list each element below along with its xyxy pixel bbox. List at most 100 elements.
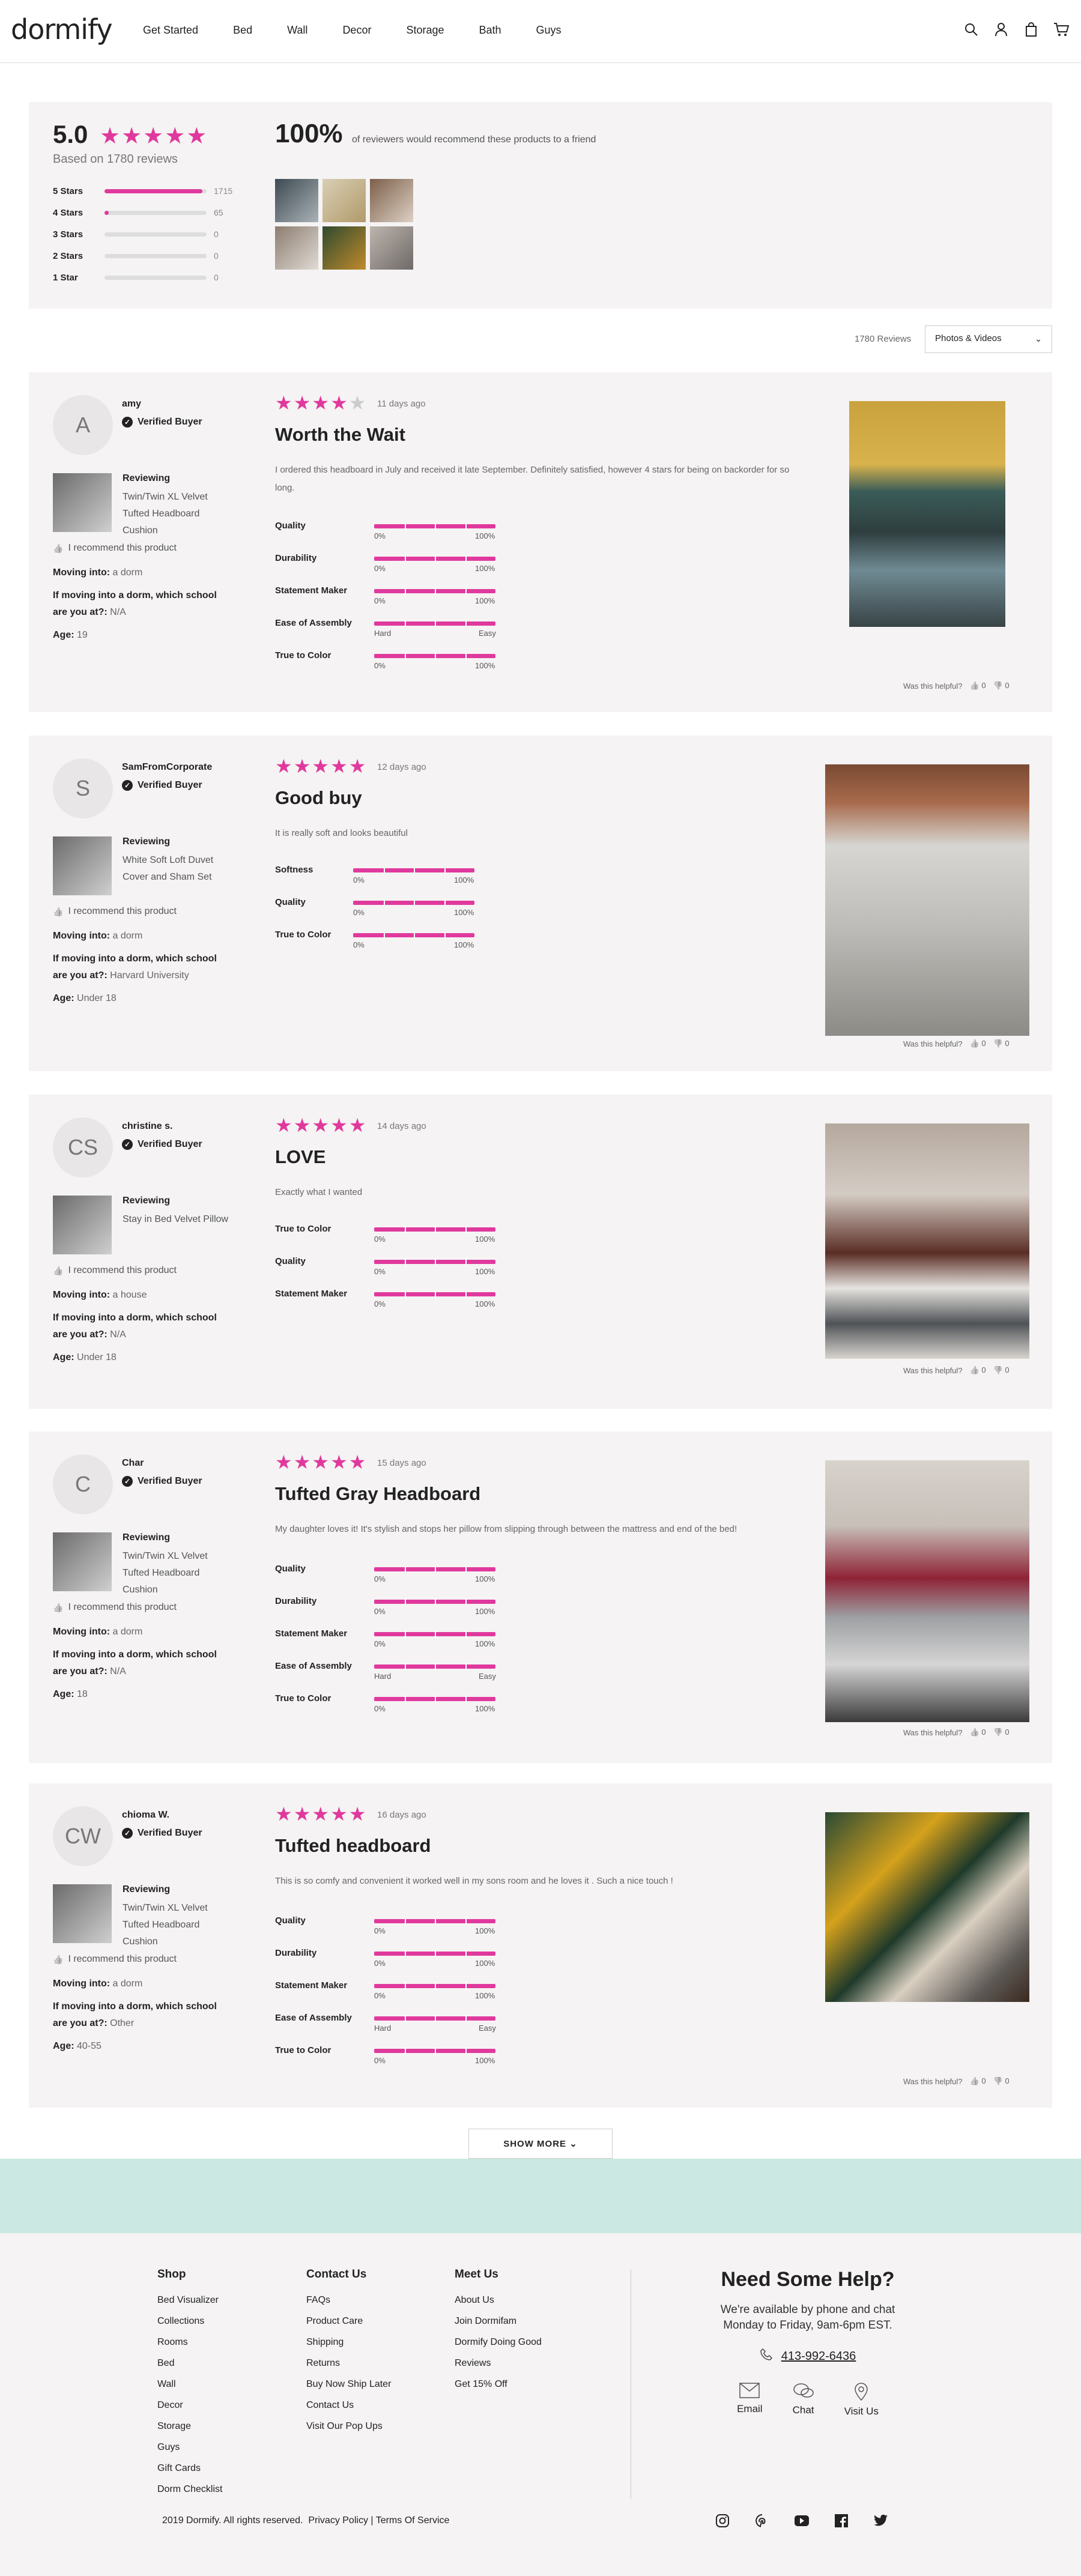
nav-bath[interactable]: Bath [479, 24, 501, 37]
metric-label: Quality [275, 1564, 306, 1574]
reviewed-product-name[interactable]: Twin/Twin XL Velvet Tufted Headboard Cus… [123, 1900, 237, 1950]
nav-bed[interactable]: Bed [233, 24, 252, 37]
distribution-row[interactable]: 2 Stars 0 [53, 245, 232, 267]
review-photo[interactable] [825, 764, 1029, 1036]
footer-link[interactable]: Reviews [455, 2353, 542, 2374]
thumbs-down-button[interactable]: 👎 0 [993, 1039, 1010, 1048]
social-links [715, 2513, 889, 2529]
footer-link[interactable]: Contact Us [306, 2395, 391, 2416]
reviewed-product-image[interactable] [53, 1532, 112, 1591]
distribution-row[interactable]: 5 Stars 1715 [53, 180, 232, 202]
review-photo[interactable] [849, 401, 1005, 627]
nav-get-started[interactable]: Get Started [143, 24, 198, 37]
customer-photo-thumb[interactable] [322, 179, 366, 222]
review-photo[interactable] [825, 1123, 1029, 1359]
visit-action[interactable]: Visit Us [844, 2383, 879, 2417]
nav-wall[interactable]: Wall [287, 24, 307, 37]
twitter-icon[interactable] [873, 2513, 889, 2529]
thumbs-up-button[interactable]: 👍 0 [970, 2076, 986, 2086]
youtube-icon[interactable] [794, 2513, 810, 2529]
footer-link[interactable]: Get 15% Off [455, 2374, 542, 2395]
thumbs-up-button[interactable]: 👍 0 [970, 1365, 986, 1375]
search-icon[interactable] [963, 22, 979, 37]
footer-link[interactable]: Collections [157, 2311, 222, 2332]
customer-photo-thumb[interactable] [275, 179, 318, 222]
reviewed-product-image[interactable] [53, 1884, 112, 1943]
reviewed-product-name[interactable]: White Soft Loft Duvet Cover and Sham Set [123, 852, 237, 886]
thumbs-down-button[interactable]: 👎 0 [993, 1728, 1010, 1737]
review-photo[interactable] [825, 1812, 1029, 2002]
reviewed-product-image[interactable] [53, 836, 112, 895]
footer-link[interactable]: Gift Cards [157, 2458, 222, 2479]
footer-link[interactable]: Bed [157, 2353, 222, 2374]
review-title: Worth the Wait [275, 424, 405, 445]
reviewed-product-image[interactable] [53, 473, 112, 532]
show-more-button[interactable]: SHOW MORE ⌄ [468, 2129, 613, 2159]
terms-link[interactable]: | Terms Of Service [371, 2515, 449, 2526]
footer-link[interactable]: Visit Our Pop Ups [306, 2416, 391, 2437]
distribution-row[interactable]: 4 Stars 65 [53, 202, 232, 223]
nav-storage[interactable]: Storage [406, 24, 444, 37]
cart-icon[interactable] [1053, 22, 1069, 37]
footer-link[interactable]: Buy Now Ship Later [306, 2374, 391, 2395]
footer-link[interactable]: Shipping [306, 2332, 391, 2353]
scale-min: 0% [374, 1267, 386, 1276]
thumbs-down-button[interactable]: 👎 0 [993, 2076, 1010, 2086]
footer-link[interactable]: Dorm Checklist [157, 2479, 222, 2500]
reviewed-product-name[interactable]: Twin/Twin XL Velvet Tufted Headboard Cus… [123, 489, 237, 539]
rating-metric: Durability 0% 100% [275, 1948, 515, 1972]
footer-link[interactable]: FAQs [306, 2290, 391, 2311]
footer-link[interactable]: Wall [157, 2374, 222, 2395]
thumbs-up-button[interactable]: 👍 0 [970, 1728, 986, 1737]
moving-into: Moving into: a dorm [53, 928, 233, 945]
footer-link[interactable]: Dormify Doing Good [455, 2332, 542, 2353]
instagram-icon[interactable] [715, 2513, 730, 2529]
help-title: Need Some Help? [721, 2268, 895, 2291]
shopping-bag-icon[interactable] [1023, 22, 1039, 37]
metric-bar [374, 1598, 495, 1606]
footer-link[interactable]: About Us [455, 2290, 542, 2311]
footer-link[interactable]: Storage [157, 2416, 222, 2437]
distribution-row[interactable]: 3 Stars 0 [53, 223, 232, 245]
email-action[interactable]: Email [737, 2383, 763, 2417]
school-field: If moving into a dorm, which school are … [53, 1646, 233, 1680]
customer-photo-thumb[interactable] [275, 226, 318, 270]
privacy-link[interactable]: Privacy Policy [308, 2515, 368, 2526]
distribution-row[interactable]: 1 Star 0 [53, 267, 232, 288]
thumbs-up-button[interactable]: 👍 0 [970, 681, 986, 691]
footer-link[interactable]: Join Dormifam [455, 2311, 542, 2332]
footer-link[interactable]: Decor [157, 2395, 222, 2416]
nav-guys[interactable]: Guys [536, 24, 562, 37]
reviewed-product-name[interactable]: Stay in Bed Velvet Pillow [123, 1211, 237, 1228]
footer-link[interactable]: Product Care [306, 2311, 391, 2332]
reviewed-product-image[interactable] [53, 1196, 112, 1254]
pinterest-icon[interactable] [754, 2513, 770, 2529]
rating-metric: Ease of Assembly Hard Easy [275, 618, 515, 642]
thumbs-down-button[interactable]: 👎 0 [993, 1365, 1010, 1375]
age-label: Age: [53, 993, 74, 1003]
facebook-icon[interactable] [834, 2513, 849, 2529]
footer-link[interactable]: Guys [157, 2437, 222, 2458]
recommend-line: 👍 I recommend this product [53, 1954, 177, 1965]
customer-photo-thumb[interactable] [322, 226, 366, 270]
reviewed-product-name[interactable]: Twin/Twin XL Velvet Tufted Headboard Cus… [123, 1548, 237, 1598]
thumbs-down-button[interactable]: 👎 0 [993, 681, 1010, 691]
phone-link[interactable]: 413-992-6436 [637, 2348, 979, 2365]
customer-photo-thumb[interactable] [370, 179, 413, 222]
moving-value: a dorm [110, 1627, 143, 1637]
footer-link[interactable]: Rooms [157, 2332, 222, 2353]
filter-select[interactable]: Photos & Videos ⌄ [925, 325, 1052, 353]
footer-link[interactable]: Bed Visualizer [157, 2290, 222, 2311]
account-icon[interactable] [993, 22, 1009, 37]
verified-buyer-badge: ✓ Verified Buyer [122, 417, 202, 428]
thumbs-up-button[interactable]: 👍 0 [970, 1039, 986, 1048]
distribution-bar [104, 210, 207, 215]
chat-action[interactable]: Chat [793, 2383, 814, 2417]
footer-link[interactable]: Returns [306, 2353, 391, 2374]
metric-bar [374, 1565, 495, 1573]
scale-min: 0% [374, 1299, 386, 1308]
customer-photo-thumb[interactable] [370, 226, 413, 270]
nav-decor[interactable]: Decor [342, 24, 371, 37]
dormify-logo[interactable]: dormify [11, 13, 113, 46]
review-photo[interactable] [825, 1460, 1029, 1722]
